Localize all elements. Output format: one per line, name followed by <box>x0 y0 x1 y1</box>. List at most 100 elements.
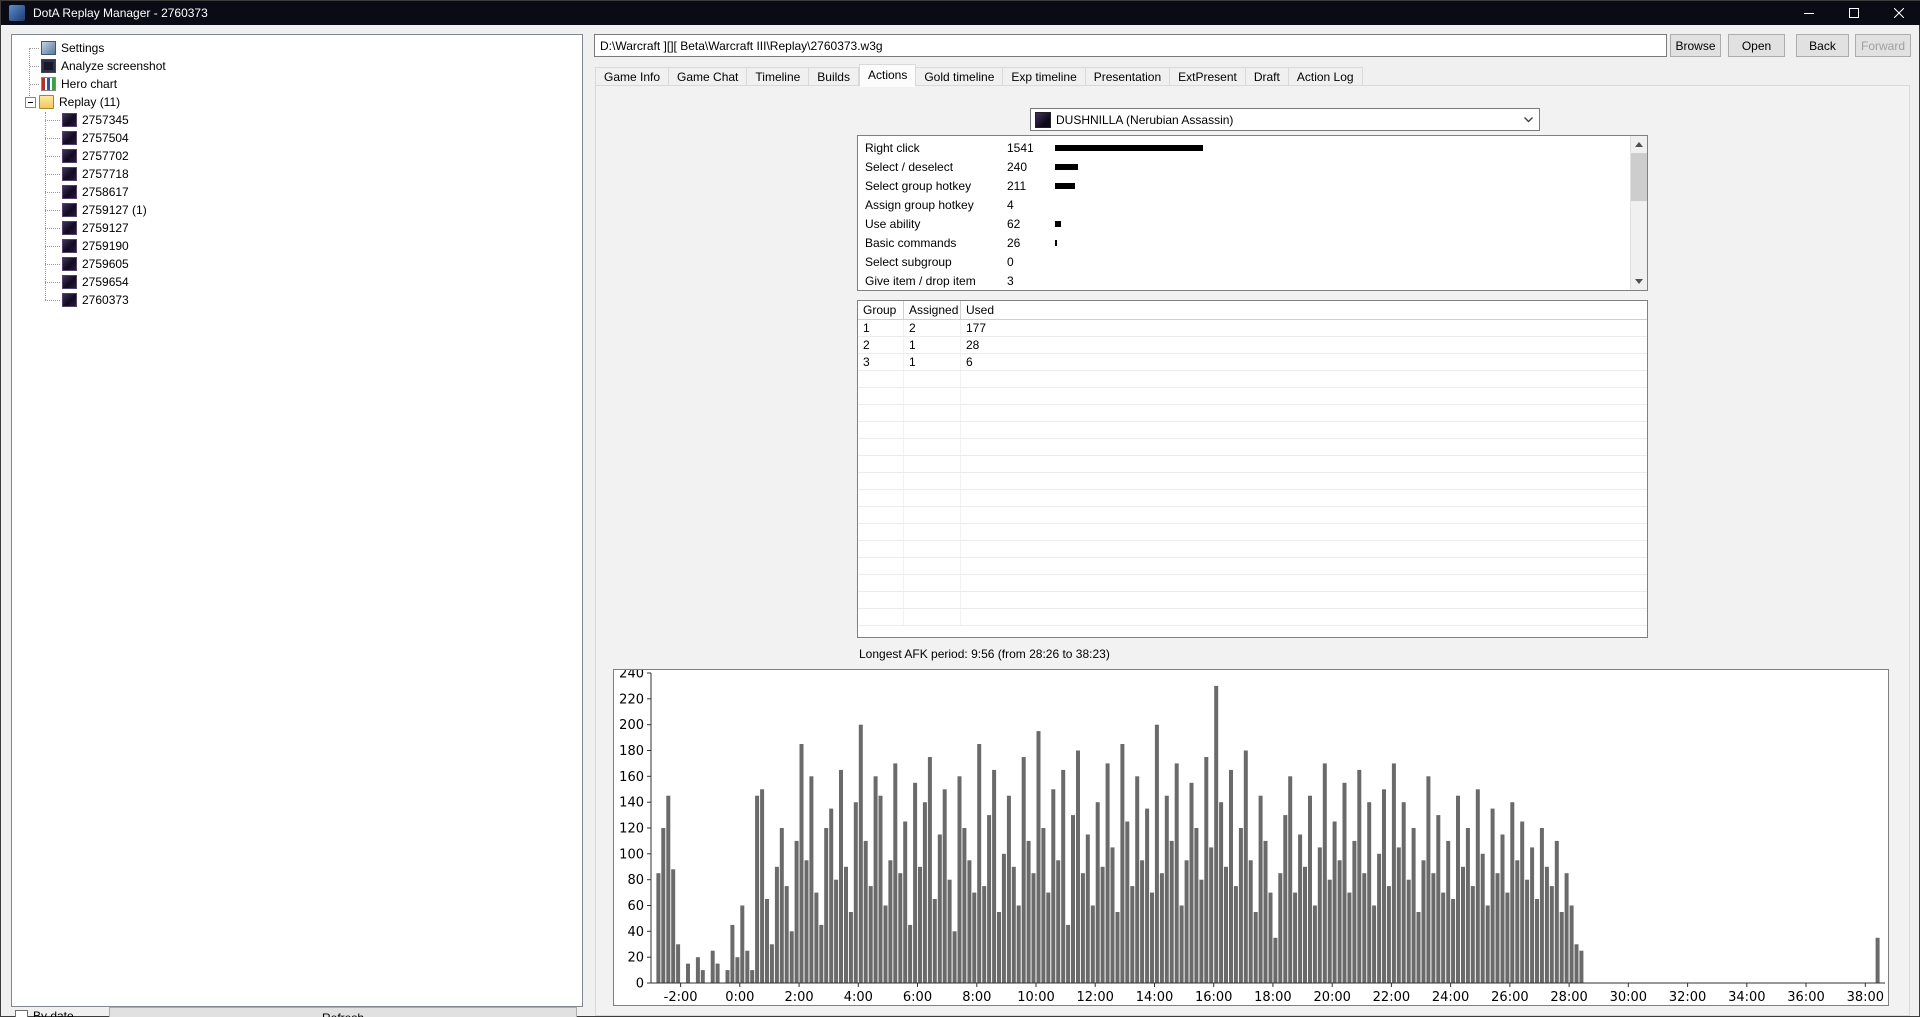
action-count-row[interactable]: Select / deselect 240 <box>859 157 1629 176</box>
settings-icon <box>41 41 56 55</box>
table-row[interactable] <box>858 388 1647 405</box>
scroll-down-button[interactable] <box>1631 273 1647 290</box>
svg-text:24:00: 24:00 <box>1432 990 1469 1005</box>
svg-text:20: 20 <box>627 951 644 966</box>
table-row[interactable] <box>858 609 1647 626</box>
apm-chart-svg: 0 20 40 60 80 100 120 140 160 180 200 220 240 -2:00 0:… <box>619 670 1885 1005</box>
by-date-checkbox[interactable] <box>15 1009 28 1017</box>
window-controls <box>1786 1 1920 25</box>
column-header-group[interactable]: Group <box>858 301 904 319</box>
action-count-row[interactable]: Give item / drop item 3 <box>859 271 1629 289</box>
tree-item-2757718[interactable]: 2757718 <box>12 165 582 183</box>
table-row[interactable]: 316 <box>858 354 1647 371</box>
action-label: Give item / drop item <box>865 273 976 288</box>
action-count-row[interactable]: Basic commands 26 <box>859 233 1629 252</box>
refresh-button[interactable]: Refresh <box>109 1007 577 1017</box>
browse-button[interactable]: Browse <box>1670 34 1721 57</box>
action-count: 211 <box>1007 178 1027 193</box>
action-label: Select group hotkey <box>865 178 972 193</box>
action-count-row[interactable]: Select group hotkey 211 <box>859 176 1629 195</box>
tab-gold-timeline[interactable]: Gold timeline <box>916 67 1004 86</box>
tree-item-2757345[interactable]: 2757345 <box>12 111 582 129</box>
table-cell: 28 <box>966 338 980 352</box>
apm-chart: 0 20 40 60 80 100 120 140 160 180 200 220 240 -2:00 0:… <box>613 669 1889 1006</box>
tab-draft[interactable]: Draft <box>1245 67 1289 86</box>
tree-item-2759190[interactable]: 2759190 <box>12 237 582 255</box>
player-select[interactable]: DUSHNILLA (Nerubian Assassin) <box>1030 108 1540 131</box>
column-header-assigned[interactable]: Assigned <box>904 301 961 319</box>
action-count-row[interactable]: Use ability 62 <box>859 214 1629 233</box>
replay-icon <box>62 149 77 163</box>
svg-text:160: 160 <box>619 770 644 785</box>
tree-item-settings[interactable]: Settings <box>12 39 582 57</box>
table-row[interactable] <box>858 405 1647 422</box>
replay-path-input[interactable] <box>594 34 1667 57</box>
minimize-icon <box>1803 13 1814 14</box>
tab-game-chat[interactable]: Game Chat <box>669 67 748 86</box>
table-row[interactable] <box>858 592 1647 609</box>
tree-item-label: 2759127 (1) <box>82 203 147 217</box>
scroll-up-button[interactable] <box>1631 136 1647 153</box>
tree-item-2759127-1[interactable]: 2759127 (1) <box>12 201 582 219</box>
app-icon <box>9 5 25 21</box>
open-button[interactable]: Open <box>1728 34 1785 57</box>
column-header-used[interactable]: Used <box>961 301 1647 319</box>
table-row[interactable] <box>858 473 1647 490</box>
table-row[interactable] <box>858 541 1647 558</box>
action-list-scrollbar[interactable] <box>1630 136 1647 290</box>
back-button[interactable]: Back <box>1796 34 1849 57</box>
tree-item-label: Replay (11) <box>59 95 121 109</box>
arrow-down-icon <box>1635 279 1643 284</box>
tree-item-2759654[interactable]: 2759654 <box>12 273 582 291</box>
close-button[interactable] <box>1876 1 1920 25</box>
maximize-button[interactable] <box>1831 1 1876 25</box>
table-cell <box>961 405 1647 421</box>
tab-extpresent[interactable]: ExtPresent <box>1170 67 1246 86</box>
tree-item-2759605[interactable]: 2759605 <box>12 255 582 273</box>
tree-connector-stub <box>45 245 60 247</box>
table-row[interactable] <box>858 439 1647 456</box>
tree-item-2760373[interactable]: 2760373 <box>12 291 582 309</box>
tree-item-2759127[interactable]: 2759127 <box>12 219 582 237</box>
minimize-button[interactable] <box>1786 1 1831 25</box>
collapse-icon[interactable] <box>25 96 36 108</box>
table-row[interactable] <box>858 524 1647 541</box>
tab-presentation[interactable]: Presentation <box>1085 67 1171 86</box>
tab-timeline[interactable]: Timeline <box>747 67 810 86</box>
table-row[interactable] <box>858 507 1647 524</box>
scrollbar-thumb[interactable] <box>1631 153 1647 201</box>
tree-item-hero-chart[interactable]: Hero chart <box>12 75 582 93</box>
tab-actions[interactable]: Actions <box>858 64 917 87</box>
table-row[interactable]: 1 2 177 <box>858 320 1647 337</box>
table-cell <box>904 439 961 455</box>
tab-game-info[interactable]: Game Info <box>595 67 670 86</box>
table-cell <box>961 592 1647 608</box>
folder-icon <box>39 95 54 109</box>
table-row[interactable] <box>858 371 1647 388</box>
svg-text:2:00: 2:00 <box>784 990 813 1005</box>
svg-text:200: 200 <box>619 718 644 733</box>
action-count-row[interactable]: Assign group hotkey 4 <box>859 195 1629 214</box>
groups-table-header: Group Assigned Used <box>858 301 1647 320</box>
table-cell <box>858 371 904 387</box>
table-row[interactable] <box>858 558 1647 575</box>
tab-builds[interactable]: Builds <box>809 67 859 86</box>
tab-action-log[interactable]: Action Log <box>1288 67 1363 86</box>
tree-item-label: 2757504 <box>82 131 129 145</box>
forward-button[interactable]: Forward <box>1855 34 1911 57</box>
table-row[interactable] <box>858 456 1647 473</box>
table-row[interactable]: 2 1 28 <box>858 337 1647 354</box>
tab-exp-timeline[interactable]: Exp timeline <box>1003 67 1086 86</box>
tree-item-analyze-screenshot[interactable]: Analyze screenshot <box>12 57 582 75</box>
tree-item-replay-11[interactable]: Replay (11) <box>12 93 582 111</box>
table-row[interactable] <box>858 490 1647 507</box>
action-count-row[interactable]: Right click 1541 <box>859 138 1629 157</box>
maximize-icon <box>1848 8 1859 18</box>
action-count-row[interactable]: Select subgroup 0 <box>859 252 1629 271</box>
tree-item-2757504[interactable]: 2757504 <box>12 129 582 147</box>
table-cell <box>858 541 904 557</box>
tree-item-2757702[interactable]: 2757702 <box>12 147 582 165</box>
table-row[interactable] <box>858 422 1647 439</box>
table-row[interactable] <box>858 575 1647 592</box>
tree-item-2758617[interactable]: 2758617 <box>12 183 582 201</box>
